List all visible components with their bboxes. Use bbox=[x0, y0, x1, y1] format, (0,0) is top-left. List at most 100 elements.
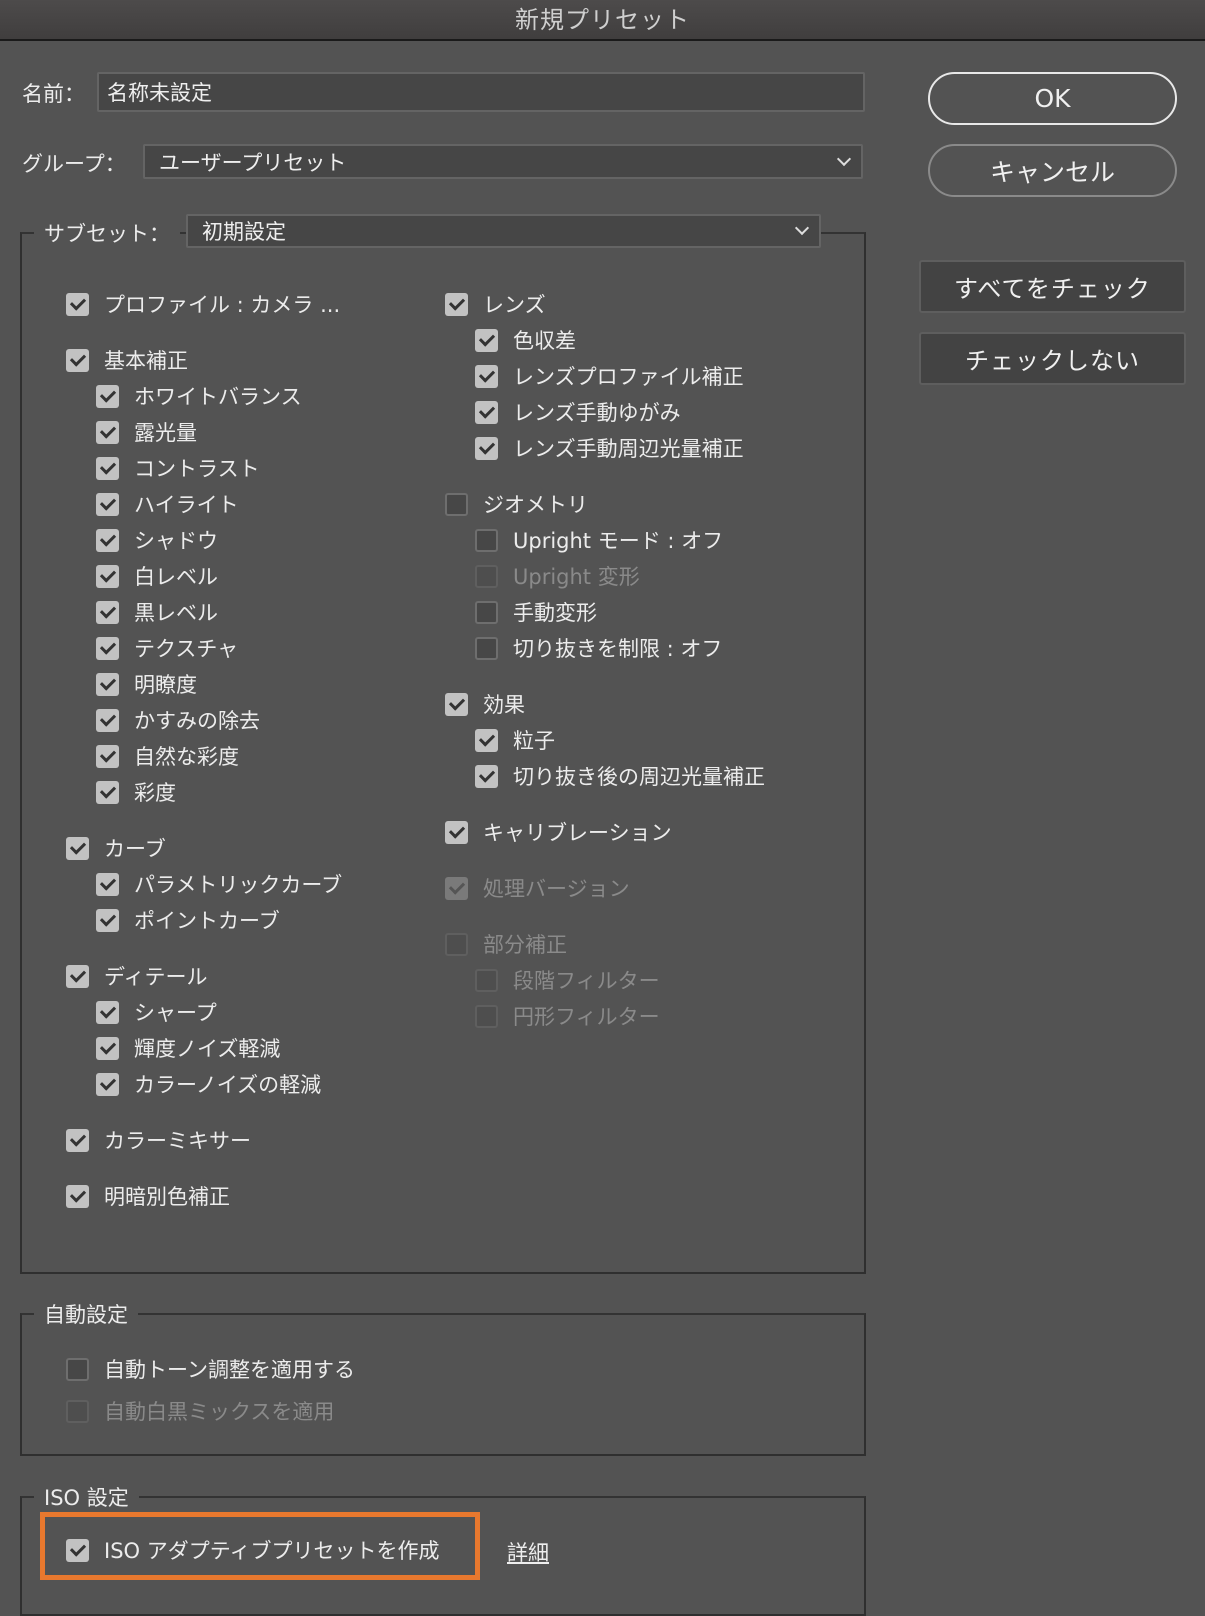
checkbox-row[interactable]: 露光量 bbox=[66, 414, 342, 450]
checkbox-row[interactable]: パラメトリックカーブ bbox=[66, 866, 342, 902]
checkbox-checked[interactable] bbox=[66, 836, 89, 860]
ok-button[interactable]: OK bbox=[928, 72, 1177, 125]
checkbox-row[interactable]: 彩度 bbox=[66, 774, 342, 810]
checkbox-checked[interactable] bbox=[445, 692, 468, 716]
checkbox-row[interactable]: シャープ bbox=[66, 994, 342, 1030]
checkbox-row[interactable]: ハイライト bbox=[66, 486, 342, 522]
checkbox-row[interactable]: カラーノイズの軽減 bbox=[66, 1066, 342, 1102]
check-all-button[interactable]: すべてをチェック bbox=[919, 260, 1186, 313]
checkbox-row[interactable]: ディテール bbox=[66, 958, 342, 994]
checkbox-checked[interactable] bbox=[96, 456, 119, 480]
checkbox[interactable] bbox=[66, 1538, 89, 1562]
checkbox-row[interactable]: かすみの除去 bbox=[66, 702, 342, 738]
checkbox-checked[interactable] bbox=[475, 728, 498, 752]
checkbox-checked[interactable] bbox=[66, 1184, 89, 1208]
checkbox-checked[interactable] bbox=[96, 1072, 119, 1096]
checkbox-checked[interactable] bbox=[96, 672, 119, 696]
checkbox-row[interactable]: 黒レベル bbox=[66, 594, 342, 630]
checkbox-checked[interactable] bbox=[475, 364, 498, 388]
checkbox-row[interactable]: シャドウ bbox=[66, 522, 342, 558]
checkbox-unchecked[interactable] bbox=[66, 1357, 89, 1381]
checkbox-label: 明暗別色補正 bbox=[104, 1185, 230, 1209]
checkbox-row[interactable]: 手動変形 bbox=[445, 594, 765, 630]
checkbox-row[interactable]: 自然な彩度 bbox=[66, 738, 342, 774]
checkbox-unchecked[interactable] bbox=[475, 528, 498, 552]
checkbox-label: シャドウ bbox=[134, 529, 218, 553]
checkbox-checked[interactable] bbox=[475, 328, 498, 352]
checkbox-row[interactable]: 基本補正 bbox=[66, 342, 342, 378]
checkbox-checked[interactable] bbox=[96, 636, 119, 660]
checkbox-checked[interactable] bbox=[96, 384, 119, 408]
checkbox-checked[interactable] bbox=[96, 528, 119, 552]
checkbox-checked[interactable] bbox=[96, 1000, 119, 1024]
checkbox-label: 切り抜きを制限 : オフ bbox=[513, 637, 723, 661]
checkbox-row: 処理バージョン bbox=[445, 870, 765, 906]
checkbox-row[interactable]: ジオメトリ bbox=[445, 486, 765, 522]
checkbox-checked[interactable] bbox=[96, 420, 119, 444]
cancel-button[interactable]: キャンセル bbox=[928, 144, 1177, 197]
cancel-label: キャンセル bbox=[989, 157, 1115, 187]
group-select[interactable]: ユーザープリセット bbox=[143, 144, 863, 179]
checkbox-row[interactable]: レンズ bbox=[445, 286, 765, 322]
checkbox-row[interactable]: プロファイル : カメラ ... bbox=[66, 286, 342, 322]
checkbox-checked[interactable] bbox=[445, 292, 468, 316]
checkbox-checked[interactable] bbox=[445, 820, 468, 844]
checkbox-checked[interactable] bbox=[475, 436, 498, 460]
checkbox-checked[interactable] bbox=[96, 744, 119, 768]
checkbox-checked[interactable] bbox=[475, 400, 498, 424]
checkbox-label: カラーノイズの軽減 bbox=[134, 1073, 322, 1097]
checkbox-checked[interactable] bbox=[66, 292, 89, 316]
checkbox-row[interactable]: 白レベル bbox=[66, 558, 342, 594]
check-none-button[interactable]: チェックしない bbox=[919, 332, 1186, 385]
checkbox-row[interactable]: コントラスト bbox=[66, 450, 342, 486]
auto-settings-list: 自動トーン調整を適用する 自動白黒ミックスを適用 bbox=[66, 1348, 355, 1432]
title-bar: 新規プリセット bbox=[0, 0, 1205, 41]
checkbox-row: 段階フィルター bbox=[445, 962, 765, 998]
checkbox-checked[interactable] bbox=[66, 964, 89, 988]
checkbox-row[interactable]: 輝度ノイズ軽減 bbox=[66, 1030, 342, 1066]
checkbox-row[interactable]: Upright モード : オフ bbox=[445, 522, 765, 558]
checkbox-checked[interactable] bbox=[96, 600, 119, 624]
checkbox-checked[interactable] bbox=[96, 564, 119, 588]
name-input[interactable]: 名称未設定 bbox=[97, 72, 865, 112]
checkbox-row[interactable]: レンズ手動ゆがみ bbox=[445, 394, 765, 430]
checkbox-row[interactable]: 切り抜きを制限 : オフ bbox=[445, 630, 765, 666]
checkbox-checked[interactable] bbox=[96, 492, 119, 516]
subset-select[interactable]: 初期設定 bbox=[186, 214, 821, 248]
checkbox-row[interactable]: 自動トーン調整を適用する bbox=[66, 1348, 355, 1390]
name-value: 名称未設定 bbox=[107, 81, 212, 105]
checkbox-checked[interactable] bbox=[66, 348, 89, 372]
checkbox-label: 自然な彩度 bbox=[134, 745, 239, 769]
checkbox-label: レンズ手動周辺光量補正 bbox=[513, 437, 744, 461]
checkbox-checked[interactable] bbox=[96, 908, 119, 932]
checkbox-row[interactable]: 切り抜き後の周辺光量補正 bbox=[445, 758, 765, 794]
checkbox-row[interactable]: 効果 bbox=[445, 686, 765, 722]
checkbox-unchecked[interactable] bbox=[475, 600, 498, 624]
checkbox-checked[interactable] bbox=[96, 872, 119, 896]
checkbox-checked[interactable] bbox=[96, 1036, 119, 1060]
checkbox-checked[interactable] bbox=[475, 764, 498, 788]
checkbox-row[interactable]: ホワイトバランス bbox=[66, 378, 342, 414]
checkbox-row[interactable]: 粒子 bbox=[445, 722, 765, 758]
settings-column-left: プロファイル : カメラ ... 基本補正 ホワイトバランス 露光量 コントラスト ハイラ… bbox=[66, 286, 342, 1214]
checkbox-unchecked[interactable] bbox=[475, 636, 498, 660]
checkbox-row[interactable]: カラーミキサー bbox=[66, 1122, 342, 1158]
checkbox-row[interactable]: レンズ手動周辺光量補正 bbox=[445, 430, 765, 466]
checkbox-unchecked[interactable] bbox=[445, 492, 468, 516]
checkbox-row[interactable]: 明暗別色補正 bbox=[66, 1178, 342, 1214]
checkbox-row: 自動白黒ミックスを適用 bbox=[66, 1390, 355, 1432]
checkbox-row[interactable]: カーブ bbox=[66, 830, 342, 866]
checkbox-label: ディテール bbox=[104, 965, 208, 989]
checkbox-row[interactable]: キャリブレーション bbox=[445, 814, 765, 850]
checkbox-checked[interactable] bbox=[96, 780, 119, 804]
checkbox-row[interactable]: 明瞭度 bbox=[66, 666, 342, 702]
checkbox-checked[interactable] bbox=[66, 1128, 89, 1152]
checkbox-row[interactable]: レンズプロファイル補正 bbox=[445, 358, 765, 394]
checkbox-row[interactable]: 色収差 bbox=[445, 322, 765, 358]
checkbox-row[interactable]: テクスチャ bbox=[66, 630, 342, 666]
iso-adaptive-checkbox-row[interactable]: ISO アダプティブプリセットを作成 bbox=[66, 1532, 439, 1568]
checkbox-checked[interactable] bbox=[96, 708, 119, 732]
ok-label: OK bbox=[1034, 84, 1071, 113]
details-link[interactable]: 詳細 bbox=[507, 1537, 549, 1567]
checkbox-row[interactable]: ポイントカーブ bbox=[66, 902, 342, 938]
